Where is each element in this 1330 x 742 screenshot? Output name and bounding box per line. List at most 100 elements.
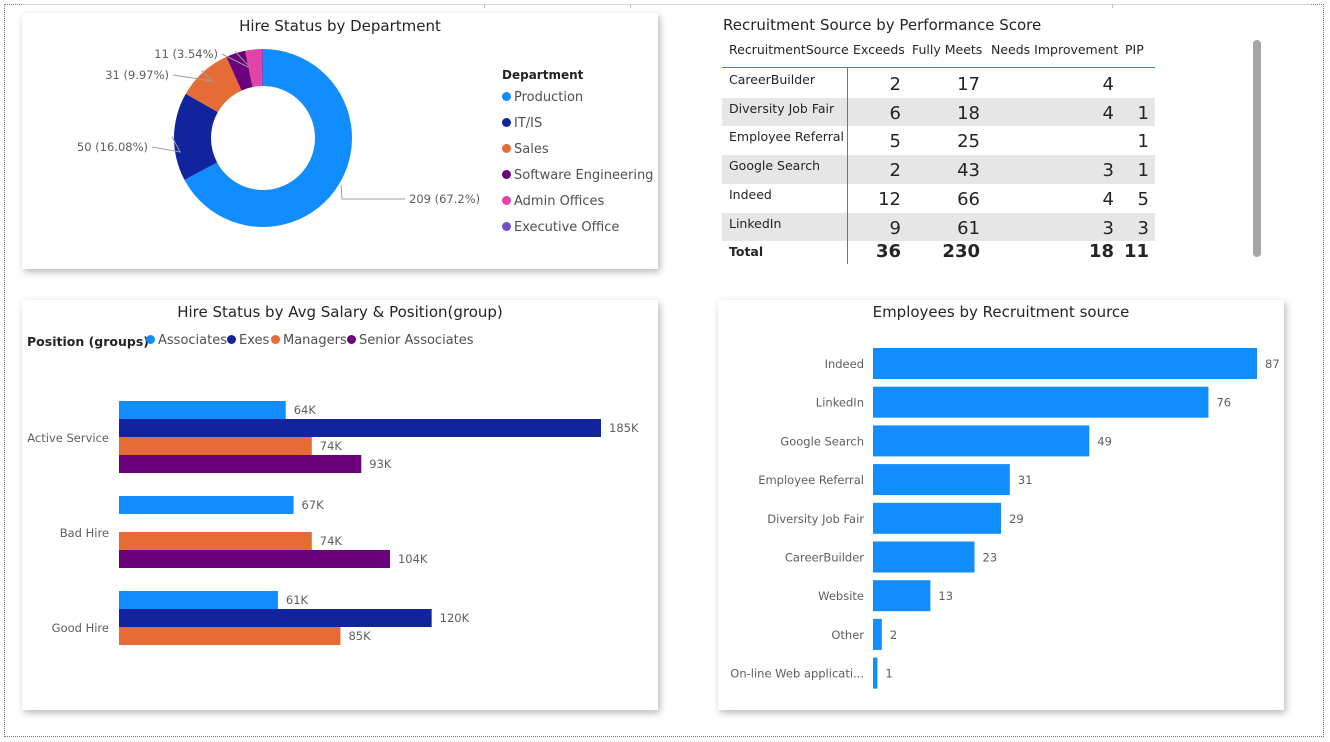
salary-data-label: 74K [320, 439, 343, 453]
salary-bar-exes[interactable] [119, 419, 601, 437]
legend-dot-icon [502, 92, 511, 101]
donut-card[interactable]: Hire Status by Department 209 (67.2%) 50 … [22, 13, 658, 269]
donut-data-label: 50 (16.08%) [77, 140, 148, 154]
legend-dot-icon [502, 222, 511, 231]
employees-bar[interactable] [873, 502, 1001, 534]
employees-data-label: 31 [1018, 473, 1033, 487]
employees-bar[interactable] [873, 541, 975, 573]
employees-category-label: On-line Web applicati... [730, 667, 864, 681]
salary-data-label: 120K [440, 611, 470, 625]
salary-data-label: 67K [302, 498, 325, 512]
matrix-value: 43 [957, 160, 980, 182]
salary-bar-exes[interactable] [119, 609, 432, 627]
salary-data-label: 185K [609, 421, 639, 435]
employees-data-label: 87 [1265, 357, 1280, 371]
donut-legend-title: Department [502, 68, 584, 82]
salary-bar-senior-associates[interactable] [119, 550, 390, 568]
matrix-value: 1 [1137, 102, 1149, 124]
legend-item-it-is[interactable]: IT/IS [502, 116, 542, 131]
top-divider [22, 4, 1310, 8]
employees-category-label: Indeed [825, 357, 864, 371]
legend-dot-icon [502, 118, 511, 127]
employees-bar[interactable] [873, 618, 882, 650]
employees-bar[interactable] [873, 348, 1257, 379]
matrix-value: 17 [957, 74, 980, 95]
matrix-value: 4 [1102, 188, 1114, 210]
category-label: Active Service [27, 431, 109, 445]
employees-bar[interactable] [873, 386, 1209, 418]
matrix-total-value: 230 [942, 241, 980, 263]
employees-bar[interactable] [873, 580, 931, 612]
legend-label: Executive Office [514, 220, 620, 235]
matrix-value: 1 [1137, 160, 1149, 182]
employees-data-label: 49 [1097, 434, 1112, 448]
employees-category-label: Google Search [780, 434, 864, 448]
matrix-value: 18 [957, 102, 980, 124]
legend-label: IT/IS [514, 116, 543, 131]
matrix-scrollbar[interactable] [1253, 40, 1261, 257]
performance-matrix: RecruitmentSource Exceeds Fully Meets Needs… [718, 13, 1264, 269]
matrix-value: 3 [1102, 217, 1114, 239]
matrix-header-4: PIP [1125, 42, 1144, 57]
matrix-total-value: 36 [875, 241, 901, 263]
employees-category-label: LinkedIn [816, 396, 864, 410]
matrix-value: 3 [1137, 217, 1149, 239]
legend-item-sales[interactable]: Sales [502, 142, 549, 157]
salary-data-label: 85K [348, 629, 371, 643]
matrix-value: 61 [957, 217, 980, 239]
salary-bar-associates[interactable] [119, 401, 286, 419]
matrix-total-value: 11 [1123, 241, 1149, 263]
legend-item-admin-offices[interactable]: Admin Offices [502, 194, 604, 209]
employees-card[interactable]: Employees by Recruitment source Indeed 87… [718, 300, 1284, 710]
employees-category-label: Website [818, 589, 864, 603]
matrix-row-label: Employee Referral [729, 129, 844, 145]
employees-category-label: CareerBuilder [785, 551, 864, 565]
matrix-row-label: CareerBuilder [729, 72, 815, 87]
matrix-value: 5 [1137, 188, 1149, 210]
employees-bar[interactable] [873, 425, 1090, 457]
employees-data-label: 13 [938, 589, 953, 603]
salary-data-label: 104K [398, 552, 428, 566]
legend-dot-icon [502, 170, 511, 179]
salary-bar-managers[interactable] [119, 532, 312, 550]
legend-item-executive-office[interactable]: Executive Office [502, 220, 619, 235]
salary-bar-associates[interactable] [119, 591, 278, 609]
matrix-value: 9 [889, 217, 901, 239]
salary-bar-senior-associates[interactable] [119, 455, 362, 473]
matrix-header-0: RecruitmentSource [729, 42, 849, 57]
matrix-value: 25 [957, 131, 980, 153]
matrix-row-label: Google Search [729, 158, 820, 174]
category-label: Bad Hire [60, 526, 109, 540]
salary-data-label: 61K [286, 593, 309, 607]
matrix-card[interactable]: Recruitment Source by Performance Score … [718, 13, 1264, 269]
employees-chart: Indeed 87 LinkedIn 76 Google Search 49 Employe… [730, 348, 1280, 689]
legend-item-software-engineering[interactable]: Software Engineering [502, 168, 653, 183]
employees-bar[interactable] [873, 464, 1010, 496]
legend-item-production[interactable]: Production [502, 90, 583, 105]
matrix-header-3: Needs Improvement [991, 42, 1119, 57]
category-label: Good Hire [52, 621, 109, 635]
matrix-value: 3 [1102, 160, 1114, 182]
salary-card[interactable]: Hire Status by Avg Salary & Position(gro… [22, 300, 658, 710]
salary-bar-managers[interactable] [119, 437, 312, 455]
legend-dot-icon [502, 196, 511, 205]
salary-data-label: 93K [369, 457, 392, 471]
donut-data-label: 11 (3.54%) [154, 47, 218, 61]
salary-chart: Active Service 64K 185K 74K 93K Bad Hire 67K 74… [27, 401, 639, 645]
matrix-column-rule [847, 68, 848, 264]
salary-data-label: 64K [294, 403, 317, 417]
legend-label: Software Engineering [514, 168, 654, 183]
matrix-value: 1 [1137, 131, 1149, 153]
salary-bar-associates[interactable] [119, 496, 294, 514]
legend-label: Sales [514, 142, 549, 157]
salary-bar-managers[interactable] [119, 627, 341, 645]
employees-data-label: 29 [1009, 512, 1024, 526]
matrix-header-2: Fully Meets [912, 42, 983, 57]
matrix-value: 2 [889, 74, 901, 95]
employees-bar[interactable] [873, 657, 878, 689]
employees-data-label: 23 [983, 551, 998, 565]
matrix-value: 4 [1102, 74, 1114, 95]
matrix-total-label: Total [729, 244, 764, 260]
legend-label: Admin Offices [514, 194, 605, 209]
donut-data-label: 209 (67.2%) [409, 192, 480, 206]
